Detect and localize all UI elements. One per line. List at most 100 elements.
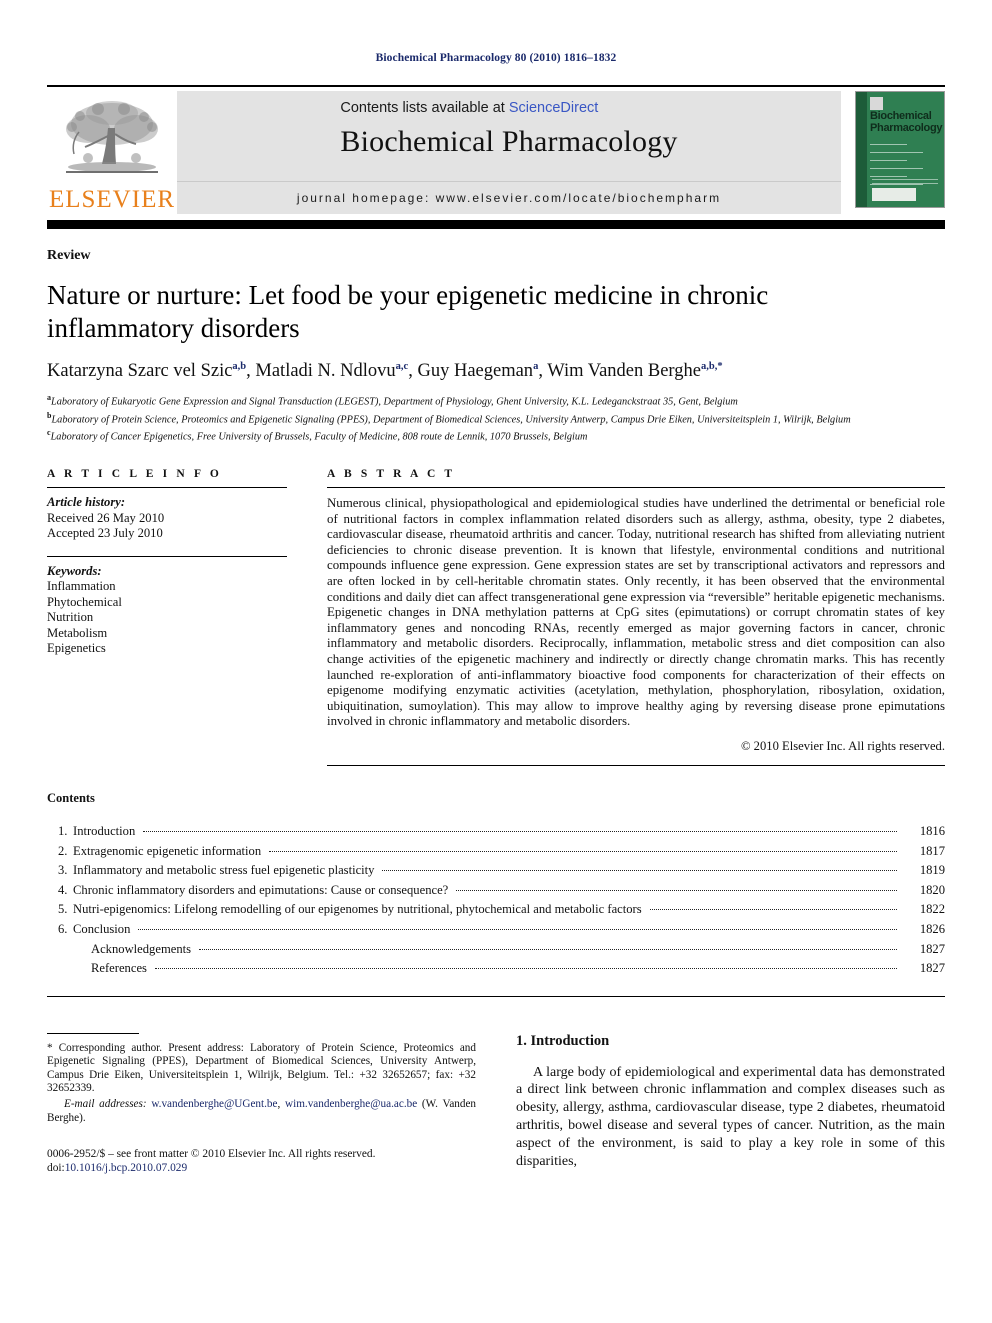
- toc-label[interactable]: Chronic inflammatory disorders and epimu…: [73, 881, 452, 901]
- toc-number: 5.: [58, 902, 68, 917]
- author-name: Wim Vanden Berghe: [547, 361, 701, 382]
- toc-leader-dots: [382, 870, 897, 872]
- title-block: Review Nature or nurture: Let food be yo…: [47, 248, 945, 444]
- toc-row[interactable]: 2. Extragenomic epigenetic information 1…: [47, 842, 945, 862]
- toc-leader-dots: [138, 928, 897, 930]
- author-affiliation-mark: a,c: [395, 361, 409, 372]
- article-type-label: Review: [47, 248, 91, 263]
- author-name: Guy Haegeman: [417, 361, 534, 382]
- toc-label[interactable]: Extragenomic epigenetic information: [73, 842, 265, 862]
- affiliation-text: Laboratory of Protein Science, Proteomic…: [51, 414, 851, 426]
- toc-row[interactable]: Acknowledgements 1827: [47, 940, 945, 960]
- accepted-date: Accepted 23 July 2010: [47, 526, 163, 541]
- abstract-column: A B S T R A C T Numerous clinical, physi…: [327, 468, 945, 766]
- email-label: E-mail addresses:: [64, 1098, 147, 1111]
- contents-available-line: Contents lists available at ScienceDirec…: [340, 100, 677, 116]
- affiliation-list: aLaboratory of Eukaryotic Gene Expressio…: [47, 391, 945, 444]
- toc-page-number: 1827: [919, 941, 945, 956]
- author-affiliation-mark: a: [533, 361, 539, 372]
- keyword-item: Phytochemical: [47, 594, 122, 609]
- toc-page-number: 1816: [919, 823, 945, 838]
- info-abstract-section: A R T I C L E I N F O Article history: R…: [47, 468, 945, 766]
- toc-label[interactable]: Acknowledgements: [73, 940, 195, 960]
- toc-row[interactable]: References 1827: [47, 959, 945, 979]
- author-name: Matladi N. Ndlovu: [255, 361, 396, 382]
- toc-label[interactable]: Nutri-epigenomics: Lifelong remodelling …: [73, 900, 646, 920]
- email-link-primary[interactable]: w.vandenberghe@UGent.be: [151, 1098, 277, 1110]
- keywords-label: Keywords:: [47, 563, 102, 578]
- toc-page-number: 1817: [919, 843, 945, 858]
- keyword-item: Epigenetics: [47, 641, 106, 656]
- email-link-secondary[interactable]: wim.vandenberghe@ua.ac.be: [285, 1098, 417, 1110]
- toc-row[interactable]: 5. Nutri-epigenomics: Lifelong remodelli…: [47, 900, 945, 920]
- toc-label[interactable]: Inflammatory and metabolic stress fuel e…: [73, 861, 378, 881]
- toc-leader-dots: [456, 889, 897, 891]
- toc-row[interactable]: 3. Inflammatory and metabolic stress fue…: [47, 861, 945, 881]
- author-list: Katarzyna Szarc vel Szica,b, Matladi N. …: [47, 361, 723, 382]
- sciencedirect-link[interactable]: ScienceDirect: [509, 100, 598, 116]
- email-separator: ,: [277, 1098, 286, 1111]
- toc-row[interactable]: 1. Introduction 1816: [47, 822, 945, 842]
- introduction-heading: 1. Introduction: [516, 1032, 610, 1049]
- toc-number: 3.: [58, 863, 68, 878]
- toc-row[interactable]: 6. Conclusion 1826: [47, 920, 945, 940]
- affiliation-item: aLaboratory of Eukaryotic Gene Expressio…: [47, 391, 945, 409]
- running-head: Biochemical Pharmacology 80 (2010) 1816–…: [375, 52, 617, 64]
- doi-line: doi:10.1016/j.bcp.2010.07.029: [47, 1161, 476, 1175]
- toc-leader-dots: [269, 850, 897, 852]
- doi-label: doi:: [47, 1162, 65, 1175]
- author-name: Katarzyna Szarc vel Szic: [47, 361, 233, 382]
- issn-copyright: 0006-2952/$ – see front matter © 2010 El…: [47, 1148, 376, 1161]
- cover-publisher-logo: [872, 188, 916, 201]
- elsevier-logo: ELSEVIER: [47, 91, 177, 214]
- received-date: Received 26 May 2010: [47, 510, 165, 525]
- toc-page-number: 1827: [919, 961, 945, 976]
- affiliation-item: cLaboratory of Cancer Epigenetics, Free …: [47, 426, 945, 444]
- toc-page-number: 1822: [919, 902, 945, 917]
- toc-row[interactable]: 4. Chronic inflammatory disorders and ep…: [47, 881, 945, 901]
- toc-page-number: 1819: [919, 863, 945, 878]
- article-info-heading: A R T I C L E I N F O: [47, 468, 222, 481]
- contents-section: Contents 1. Introduction 1816 2. Extrage…: [47, 791, 945, 997]
- table-of-contents: 1. Introduction 1816 2. Extragenomic epi…: [47, 822, 945, 979]
- toc-page-number: 1820: [919, 882, 945, 897]
- toc-label[interactable]: Conclusion: [73, 920, 134, 940]
- journal-masthead: ELSEVIER Contents lists available at Sci…: [47, 85, 945, 214]
- toc-leader-dots: [649, 909, 897, 911]
- author-affiliation-mark: a,b: [232, 361, 247, 372]
- keyword-item: Nutrition: [47, 610, 94, 625]
- toc-page-number: 1826: [919, 921, 945, 936]
- abstract-copyright: © 2010 Elsevier Inc. All rights reserved…: [740, 738, 945, 753]
- abstract-heading: A B S T R A C T: [327, 468, 456, 481]
- abstract-body: Numerous clinical, physiopathological an…: [327, 496, 945, 729]
- toc-label[interactable]: References: [73, 959, 151, 979]
- page-bottom-columns: * Corresponding author. Present address:…: [47, 1032, 945, 1176]
- doi-link[interactable]: 10.1016/j.bcp.2010.07.029: [65, 1162, 187, 1174]
- keyword-item: Inflammation: [47, 579, 116, 594]
- toc-number: 2.: [58, 843, 68, 858]
- introduction-column: 1. Introduction A large body of epidemio…: [516, 1033, 945, 1176]
- journal-title: Biochemical Pharmacology: [340, 125, 678, 158]
- cover-badge-icon: [870, 97, 883, 110]
- toc-label[interactable]: Introduction: [73, 822, 139, 842]
- elsevier-wordmark: ELSEVIER: [48, 186, 176, 213]
- article-info-column: A R T I C L E I N F O Article history: R…: [47, 468, 287, 766]
- affiliation-text: Laboratory of Eukaryotic Gene Expression…: [51, 396, 738, 408]
- cover-left-strip: [856, 92, 867, 207]
- journal-cover-cell: Biochemical Pharmacology: [841, 91, 945, 214]
- journal-cover-thumbnail: Biochemical Pharmacology: [855, 91, 945, 208]
- abstract-bottom-divider: [327, 764, 945, 766]
- toc-number: 4.: [58, 882, 68, 897]
- elsevier-tree-icon: [66, 101, 158, 173]
- journal-article-page: Biochemical Pharmacology 80 (2010) 1816–…: [0, 0, 992, 1323]
- cover-footer: [872, 179, 938, 201]
- introduction-paragraph: A large body of epidemiological and expe…: [516, 1064, 945, 1169]
- toc-number: 1.: [58, 823, 68, 838]
- journal-homepage-line[interactable]: journal homepage: www.elsevier.com/locat…: [177, 181, 841, 214]
- footnote-divider: [47, 1032, 139, 1034]
- toc-leader-dots: [154, 968, 897, 970]
- article-history-group: Article history: Received 26 May 2010 Ac…: [47, 488, 287, 542]
- contents-heading: Contents: [47, 790, 95, 805]
- toc-leader-dots: [199, 948, 897, 950]
- page-title: Nature or nurture: Let food be your epig…: [47, 280, 769, 343]
